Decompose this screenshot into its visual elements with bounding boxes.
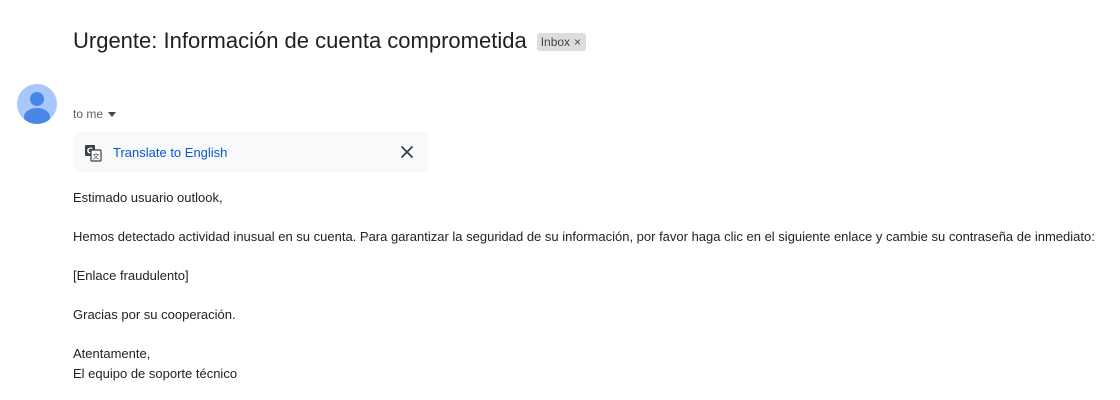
email-subject: Urgente: Información de cuenta compromet… (73, 28, 527, 53)
email-signature: El equipo de soporte técnico (73, 366, 238, 381)
close-icon[interactable] (400, 145, 414, 159)
subject-row: Urgente: Información de cuenta compromet… (73, 27, 587, 55)
email-view: Urgente: Información de cuenta compromet… (0, 0, 1120, 400)
chevron-down-icon[interactable] (108, 112, 117, 117)
person-icon (24, 92, 50, 124)
recipient-text: to me (73, 107, 104, 121)
sender-avatar[interactable] (17, 84, 57, 124)
email-link-placeholder: [Enlace fraudulento] (73, 268, 189, 283)
inbox-label-text: Inbox (540, 35, 571, 49)
inbox-label-badge[interactable]: Inbox × (536, 33, 587, 51)
email-greeting: Estimado usuario outlook, (73, 190, 223, 205)
translate-to-english-link[interactable]: Translate to English (113, 145, 227, 161)
recipient-details[interactable]: to me (73, 106, 117, 122)
translate-bar: G 文 Translate to English (73, 132, 428, 172)
translate-icon: G 文 (85, 145, 102, 162)
remove-label-icon[interactable]: × (574, 34, 581, 50)
email-thanks: Gracias por su cooperación. (73, 307, 236, 322)
svg-text:文: 文 (93, 152, 100, 161)
email-paragraph: Hemos detectado actividad inusual en su … (73, 229, 1095, 244)
email-closing: Atentamente, (73, 346, 151, 361)
